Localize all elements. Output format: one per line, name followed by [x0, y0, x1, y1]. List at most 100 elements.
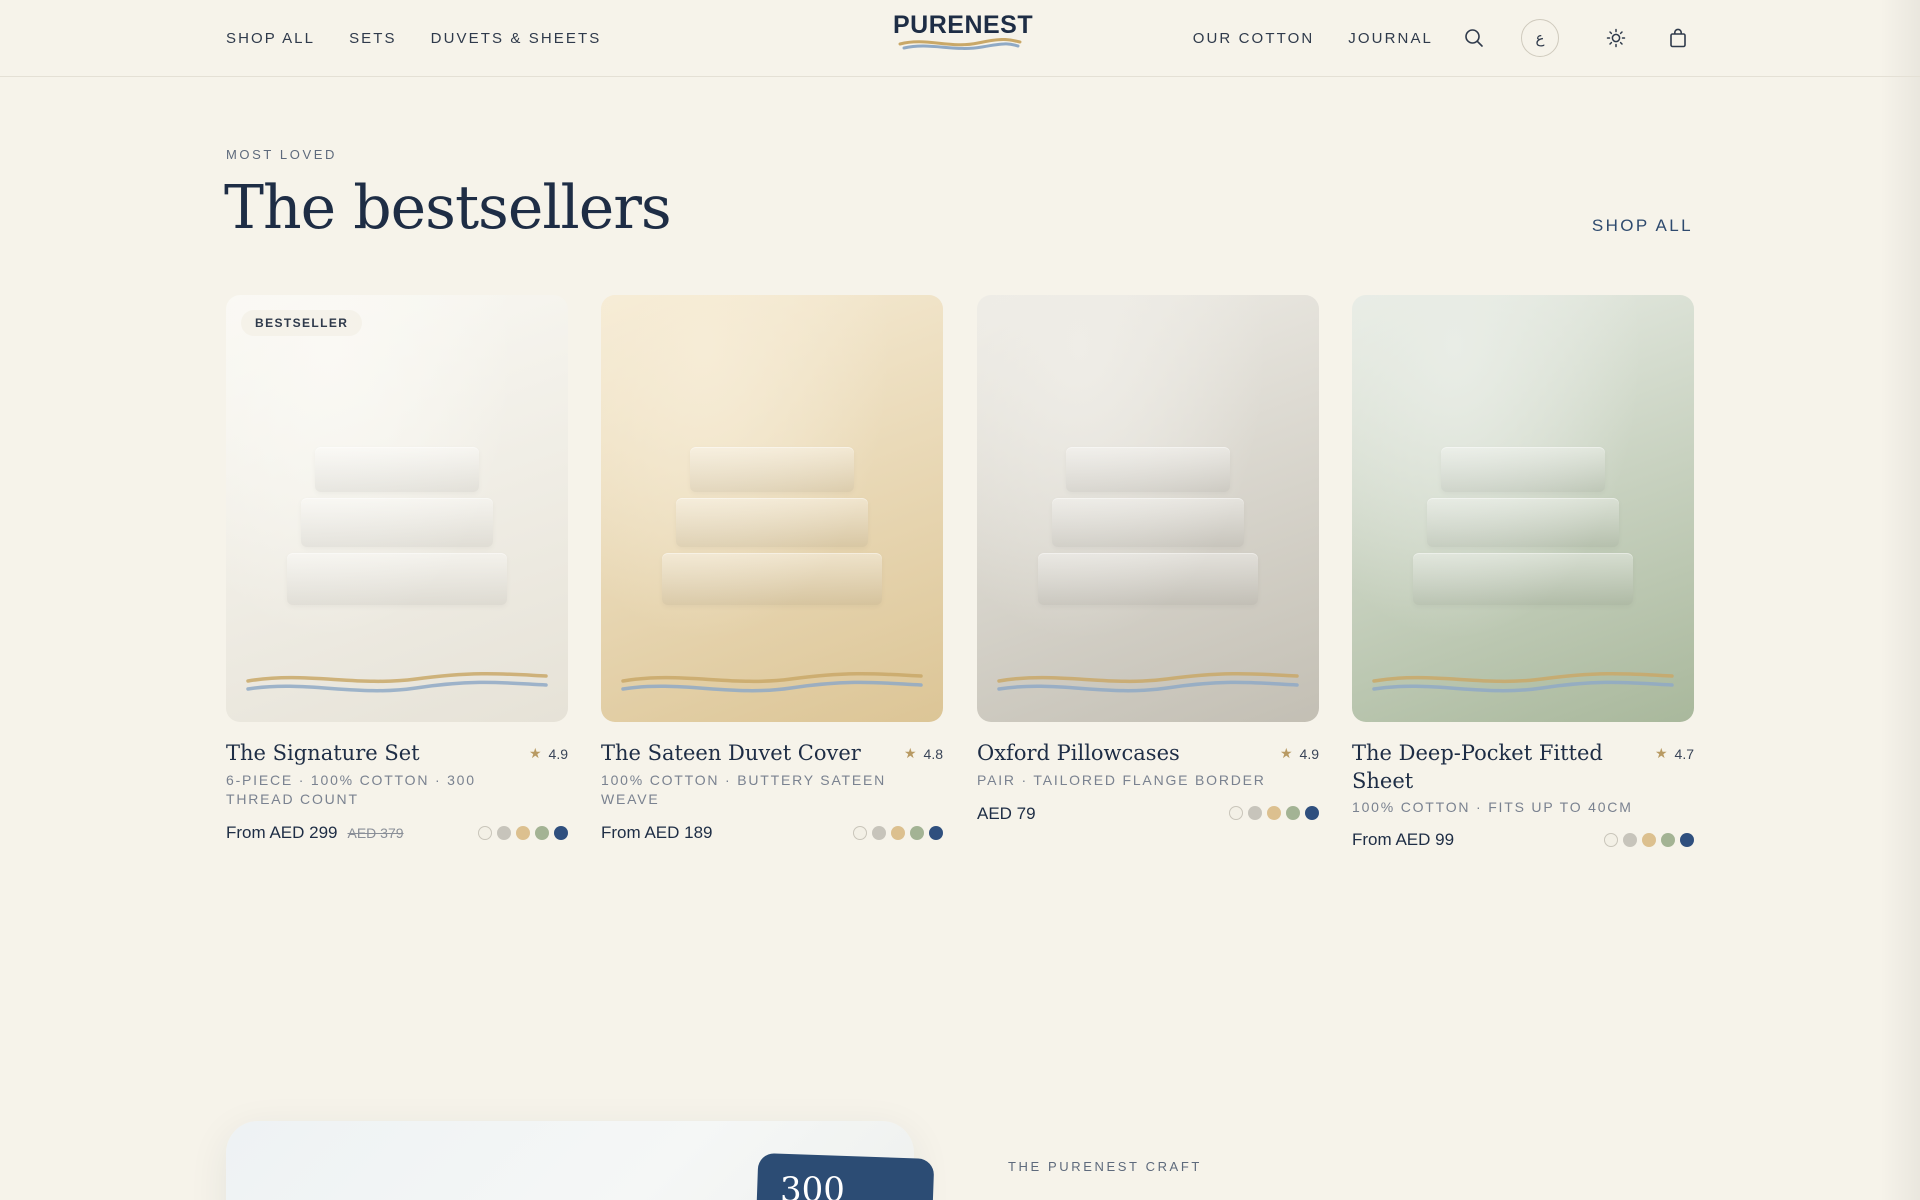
- color-swatches: [1229, 806, 1319, 820]
- color-swatch[interactable]: [1642, 833, 1656, 847]
- product-name[interactable]: The Signature Set: [226, 739, 516, 767]
- shop-all-link[interactable]: SHOP ALL: [1592, 216, 1693, 236]
- product-name[interactable]: Oxford Pillowcases: [977, 739, 1267, 767]
- color-swatch[interactable]: [1623, 833, 1637, 847]
- product-card[interactable]: Oxford Pillowcases ★ 4.9 PAIR · TAILORED…: [977, 295, 1319, 855]
- brand-logo-text: PURENEST: [893, 11, 1034, 39]
- wave-decoration-icon: [1372, 672, 1674, 693]
- color-swatch[interactable]: [1604, 833, 1618, 847]
- product-price: AED 79: [977, 804, 1036, 824]
- rating-value: 4.9: [1299, 745, 1319, 762]
- wave-decoration-icon: [621, 672, 923, 693]
- folded-linen: [315, 447, 479, 492]
- color-swatch[interactable]: [554, 826, 568, 840]
- shopping-bag-icon[interactable]: [1667, 27, 1689, 49]
- price-original: AED 379: [347, 825, 404, 841]
- color-swatch[interactable]: [929, 826, 943, 840]
- logo-wave-icon: [898, 38, 1022, 50]
- color-swatch[interactable]: [1305, 806, 1319, 820]
- nav-sets[interactable]: SETS: [349, 30, 397, 47]
- product-name[interactable]: The Deep-Pocket Fitted Sheet: [1352, 739, 1642, 795]
- rating-value: 4.7: [1674, 745, 1694, 762]
- color-swatch[interactable]: [535, 826, 549, 840]
- product-price: From AED 299 AED 379: [226, 823, 404, 843]
- price-current: From AED 299: [226, 823, 338, 842]
- product-card[interactable]: The Deep-Pocket Fitted Sheet ★ 4.7 100% …: [1352, 295, 1694, 855]
- secondary-nav: OUR COTTON JOURNAL ع: [1193, 0, 1689, 76]
- product-rating: ★ 4.7: [1655, 745, 1694, 762]
- star-icon: ★: [903, 745, 917, 761]
- primary-nav: SHOP ALL SETS DUVETS & SHEETS: [226, 0, 601, 76]
- brand-logo[interactable]: PURENEST: [893, 11, 1034, 54]
- folded-linen: [690, 447, 854, 492]
- color-swatches: [478, 826, 568, 840]
- star-icon: ★: [1279, 745, 1293, 761]
- product-grid: BESTSELLER The Signature Set ★ 4.9 6-PIE…: [226, 295, 1694, 855]
- section-title: The bestsellers: [224, 173, 672, 243]
- color-swatch[interactable]: [1248, 806, 1262, 820]
- rating-value: 4.9: [548, 745, 568, 762]
- product-name[interactable]: The Sateen Duvet Cover: [601, 739, 891, 767]
- folded-linen: [662, 553, 882, 605]
- star-icon: ★: [528, 745, 542, 761]
- folded-linen: [301, 498, 493, 547]
- sun-icon[interactable]: [1605, 27, 1627, 49]
- nav-duvets-sheets[interactable]: DUVETS & SHEETS: [431, 30, 602, 47]
- folded-linen: [1413, 553, 1633, 605]
- product-price: From AED 99: [1352, 830, 1454, 850]
- product-description: PAIR · TAILORED FLANGE BORDER: [977, 772, 1266, 788]
- color-swatch[interactable]: [497, 826, 511, 840]
- product-description: 100% COTTON · BUTTERY SATEEN WEAVE: [601, 772, 887, 807]
- product-description: 100% COTTON · FITS UP TO 40CM: [1352, 799, 1633, 815]
- nav-our-cotton[interactable]: OUR COTTON: [1193, 30, 1315, 47]
- color-swatch[interactable]: [891, 826, 905, 840]
- rating-value: 4.8: [923, 745, 943, 762]
- craft-eyebrow: THE PURENEST CRAFT: [1008, 1159, 1202, 1174]
- product-price: From AED 189: [601, 823, 713, 843]
- product-description: 6-PIECE · 100% COTTON · 300 THREAD COUNT: [226, 772, 476, 807]
- product-image[interactable]: [977, 295, 1319, 722]
- bestseller-badge: BESTSELLER: [241, 310, 363, 336]
- product-card[interactable]: BESTSELLER The Signature Set ★ 4.9 6-PIE…: [226, 295, 568, 855]
- price-current: AED 79: [977, 804, 1036, 823]
- product-image[interactable]: [1352, 295, 1694, 722]
- folded-linen: [1052, 498, 1244, 547]
- color-swatch[interactable]: [910, 826, 924, 840]
- color-swatch[interactable]: [1286, 806, 1300, 820]
- nav-shop-all[interactable]: SHOP ALL: [226, 30, 315, 47]
- thread-count-stat: 300: [780, 1170, 845, 1200]
- section-eyebrow: MOST LOVED: [226, 147, 338, 162]
- nav-journal[interactable]: JOURNAL: [1348, 30, 1433, 47]
- site-header: SHOP ALL SETS DUVETS & SHEETS PURENEST O…: [0, 0, 1920, 77]
- color-swatch[interactable]: [1229, 806, 1243, 820]
- folded-linen: [1441, 447, 1605, 492]
- folded-linen: [676, 498, 868, 547]
- price-current: From AED 189: [601, 823, 713, 842]
- wave-decoration-icon: [246, 672, 548, 693]
- color-swatch[interactable]: [1661, 833, 1675, 847]
- product-card[interactable]: The Sateen Duvet Cover ★ 4.8 100% COTTON…: [601, 295, 943, 855]
- color-swatch[interactable]: [478, 826, 492, 840]
- folded-linen: [1066, 447, 1230, 492]
- star-icon: ★: [1654, 745, 1668, 761]
- language-toggle-button[interactable]: ع: [1521, 19, 1559, 57]
- color-swatch[interactable]: [516, 826, 530, 840]
- product-image[interactable]: BESTSELLER: [226, 295, 568, 722]
- color-swatch[interactable]: [872, 826, 886, 840]
- folded-linen: [1038, 553, 1258, 605]
- color-swatch[interactable]: [853, 826, 867, 840]
- product-image[interactable]: [601, 295, 943, 722]
- price-current: From AED 99: [1352, 830, 1455, 849]
- folded-linen: [287, 553, 507, 605]
- search-icon[interactable]: [1463, 27, 1485, 49]
- color-swatches: [1604, 833, 1694, 847]
- color-swatch[interactable]: [1267, 806, 1281, 820]
- color-swatch[interactable]: [1680, 833, 1694, 847]
- product-rating: ★ 4.9: [529, 745, 568, 762]
- page-edge-shade: [1880, 0, 1920, 1200]
- color-swatches: [853, 826, 943, 840]
- product-rating: ★ 4.8: [904, 745, 943, 762]
- folded-linen: [1427, 498, 1619, 547]
- product-rating: ★ 4.9: [1280, 745, 1319, 762]
- wave-decoration-icon: [997, 672, 1299, 693]
